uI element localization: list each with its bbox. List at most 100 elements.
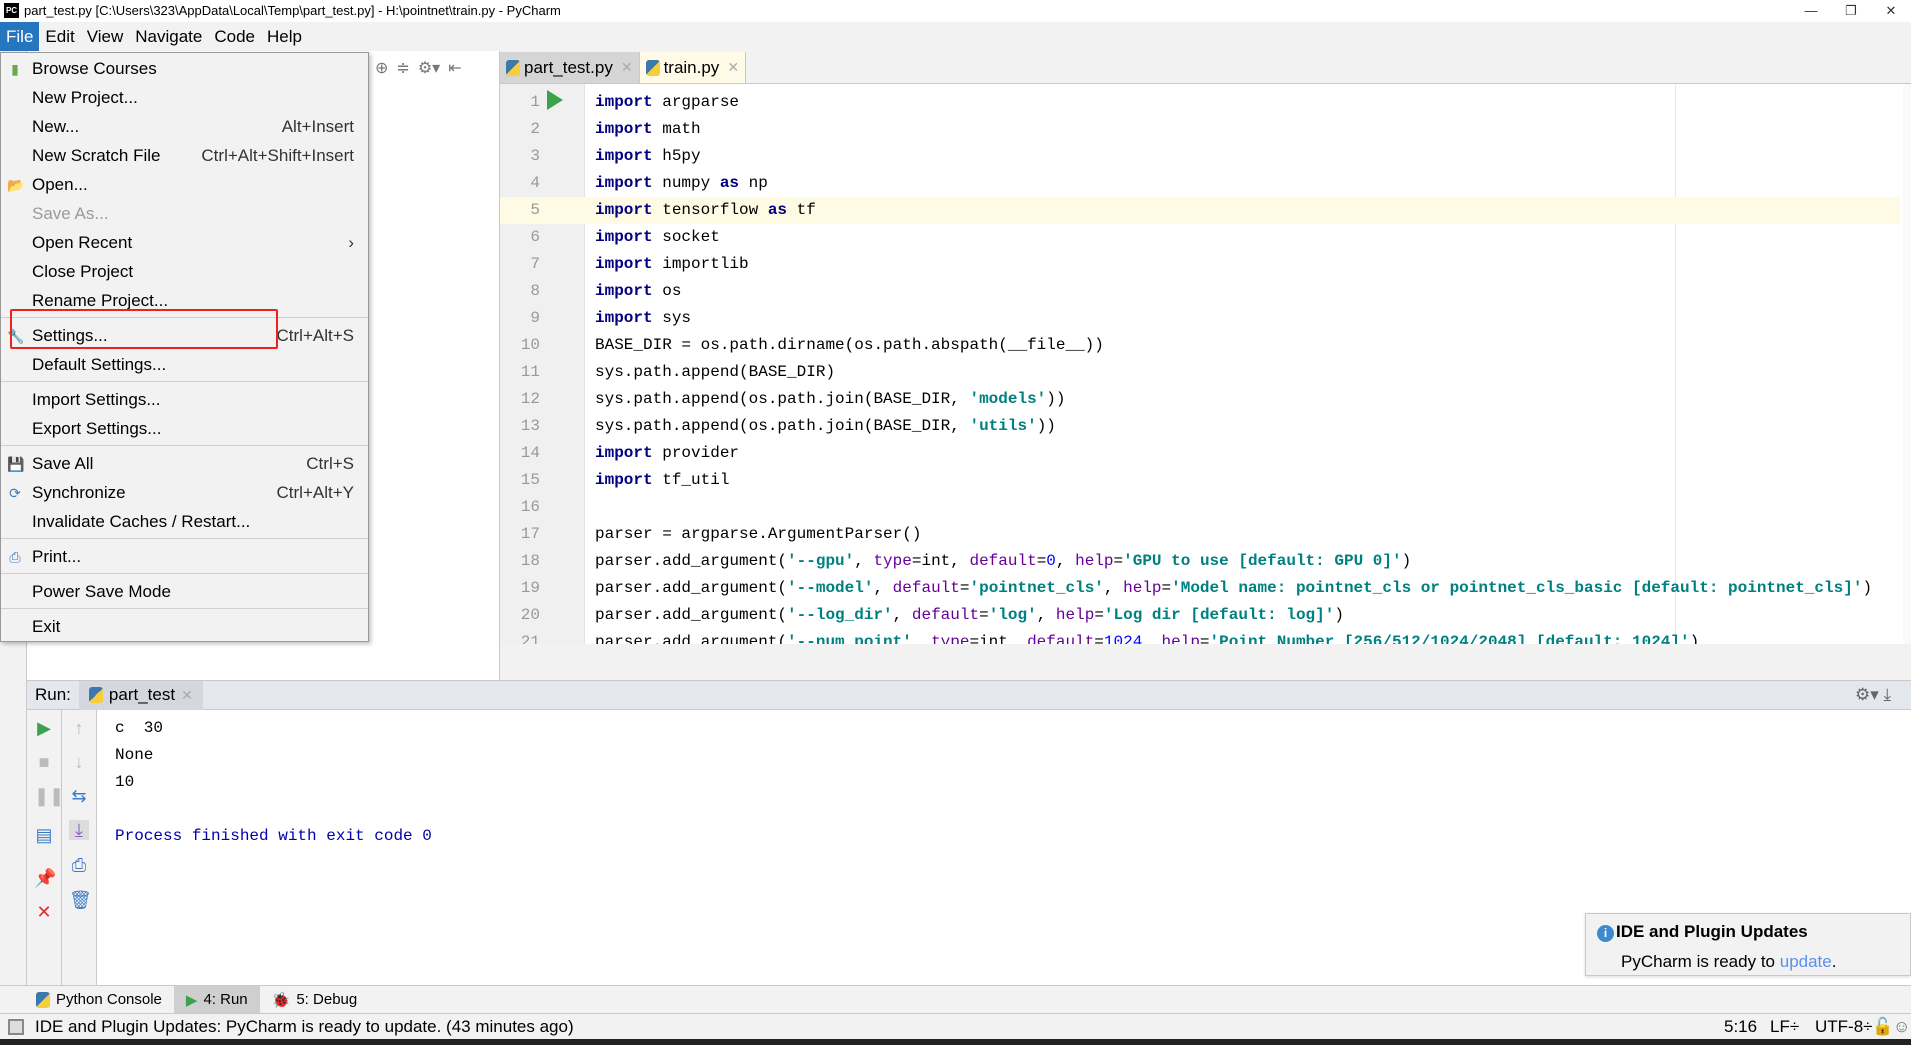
hide-panel-icon[interactable]: ⇤ [448,58,461,78]
menu-item-label: Exit [32,617,61,636]
close-run-tab-icon[interactable]: ✕ [181,687,193,704]
code-token: default [1027,633,1095,644]
menu-view[interactable]: View [81,22,130,51]
update-link[interactable]: update [1780,952,1832,971]
code-token: 'utils' [969,417,1037,435]
code-token: import [595,93,653,111]
menu-item-close-project[interactable]: Close Project [1,257,368,286]
line-number: 18 [520,552,540,570]
tool-run[interactable]: ▶ 4: Run [173,986,260,1013]
menu-file[interactable]: File [0,22,40,51]
run-tab[interactable]: part_test ✕ [78,680,203,710]
menu-item-new-project[interactable]: New Project... [1,83,368,112]
line-number: 2 [530,120,540,138]
menu-item-new-scratch-file[interactable]: New Scratch File Ctrl+Alt+Shift+Insert [1,141,368,170]
menu-item-synchronize[interactable]: ⟳ Synchronize Ctrl+Alt+Y [1,478,368,507]
code-token: import [595,228,653,246]
python-icon [88,687,103,703]
code-editor[interactable]: 1 import argparse 2 import math 3 import h5py… [500,84,1911,644]
info-icon: i [1597,925,1614,942]
line-number: 19 [520,579,540,597]
restore-button[interactable]: ❐ [1831,0,1871,22]
tool-python-console[interactable]: Python Console [24,986,174,1013]
code-text: import provider [595,440,739,467]
code-token: 'models' [969,390,1047,408]
python-file-icon [645,59,660,76]
menu-item-exit[interactable]: Exit [1,612,368,641]
restore-layout-icon[interactable]: ▤ [34,825,54,845]
rerun-icon[interactable]: ▶ [34,718,54,738]
code-token: parser = argparse.ArgumentParser() [595,525,922,543]
close-tab-icon[interactable]: ✕ [621,59,633,76]
menu-item-browse-courses[interactable]: ▮ Browse Courses [1,54,368,83]
code-token: import [595,309,653,327]
code-text: parser.add_argument('--log_dir', default… [595,602,1344,629]
run-toolbar: ▶ ■ ❚❚ ▤ 📌 ✕ [27,710,64,985]
menu-item-save-as[interactable]: Save As... [1,199,368,228]
status-message[interactable]: IDE and Plugin Updates: PyCharm is ready… [35,1014,574,1040]
line-separator[interactable]: LF÷ [1770,1014,1799,1040]
tab-part-test[interactable]: part_test.py ✕ [500,52,640,83]
close-run-icon[interactable]: ✕ [34,902,54,922]
line-number: 8 [530,282,540,300]
code-text: sys.path.append(os.path.join(BASE_DIR, '… [595,386,1065,413]
line-number: 13 [520,417,540,435]
scroll-to-end-icon[interactable]: ⤓ [69,820,89,840]
editor-tabs: part_test.py ✕ train.py ✕ [500,52,1911,84]
inspector-icon[interactable]: ☺ [1893,1014,1910,1040]
menu-item-power-save-mode[interactable]: Power Save Mode [1,577,368,606]
gear-icon[interactable]: ⚙▾ [418,58,440,78]
tab-train[interactable]: train.py ✕ [639,52,747,83]
menu-code[interactable]: Code [208,22,261,51]
down-arrow-icon[interactable]: ↓ [69,752,89,772]
code-token: socket [652,228,720,246]
run-tab-label: part_test [108,685,176,704]
menu-edit[interactable]: Edit [39,22,80,51]
pin-icon[interactable]: 📌 [34,868,56,888]
code-token: import [595,174,653,192]
menu-item-save-all[interactable]: 💾 Save All Ctrl+S [1,449,368,478]
error-stripe [1903,84,1911,644]
code-token: = [1113,552,1124,570]
run-toolbar-secondary: ↑ ↓ ⇆ ⤓ ⎙ 🗑 [62,710,97,985]
code-token: )) [1036,417,1056,435]
stop-icon[interactable]: ■ [34,752,54,772]
menu-item-new[interactable]: New... Alt+Insert [1,112,368,141]
menu-item-open-recent[interactable]: Open Recent › [1,228,368,257]
menu-help[interactable]: Help [261,22,308,51]
locate-icon[interactable]: ⊕ [375,58,388,78]
menu-item-print[interactable]: ⎙ Print... [1,542,368,571]
run-gutter-icon[interactable] [547,90,563,110]
pause-icon[interactable]: ❚❚ [34,786,64,806]
minimize-button[interactable]: — [1791,0,1831,22]
menu-item-invalidate-caches-restart[interactable]: Invalidate Caches / Restart... [1,507,368,536]
code-text: import numpy as np [595,170,768,197]
menu-item-label: Import Settings... [32,390,161,409]
run-settings-gear-icon[interactable]: ⚙▾ ⤓ [1855,685,1891,705]
close-tab-icon[interactable]: ✕ [727,59,739,76]
menu-navigate[interactable]: Navigate [129,22,208,51]
close-window-button[interactable]: ✕ [1871,0,1911,22]
up-arrow-icon[interactable]: ↑ [69,718,89,738]
tool-debug[interactable]: 🐞 5: Debug [260,986,370,1013]
menu-item-open[interactable]: 📂 Open... [1,170,368,199]
code-token: , [1142,633,1162,644]
collapse-icon[interactable]: ≑ [396,58,409,78]
menu-item-import-settings[interactable]: Import Settings... [1,385,368,414]
file-encoding[interactable]: UTF-8÷ [1815,1014,1873,1040]
python-console-icon [36,991,50,1008]
trash-icon[interactable]: 🗑 [69,890,92,910]
code-token: help [1123,579,1162,597]
code-line: 21 parser.add_argument('--num_point', typ… [500,629,1900,644]
menu-item-default-settings[interactable]: Default Settings... [1,350,368,379]
lock-icon[interactable]: 🔓 [1872,1014,1893,1040]
menu-item-export-settings[interactable]: Export Settings... [1,414,368,443]
code-token: = [1199,633,1210,644]
code-line: 1 import argparse [500,89,1900,116]
caret-position[interactable]: 5:16 [1724,1014,1757,1040]
run-panel-header: Run: part_test ✕ ⚙▾ ⤓ [27,680,1911,710]
toggle-tool-windows-icon[interactable] [8,1019,24,1035]
line-number: 12 [520,390,540,408]
print-icon[interactable]: ⎙ [69,855,89,875]
soft-wrap-icon[interactable]: ⇆ [69,786,89,806]
